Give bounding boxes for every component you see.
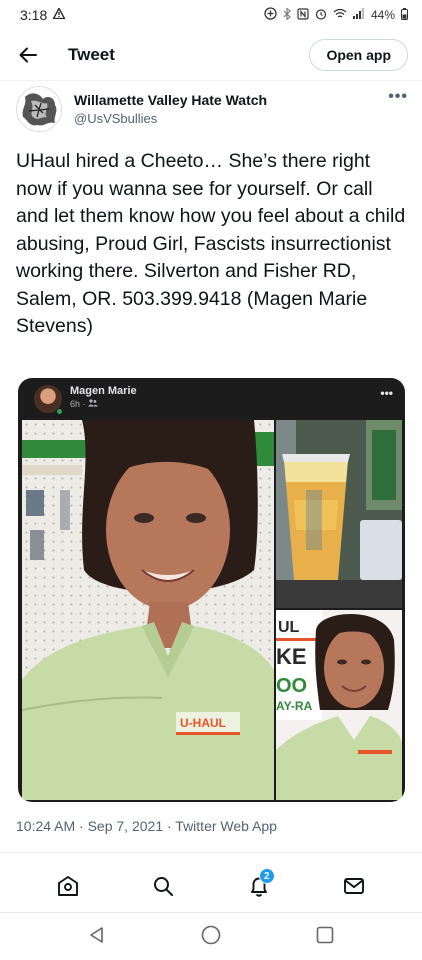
- messages-icon[interactable]: [334, 866, 374, 906]
- embedded-name: Magen Marie: [70, 385, 137, 397]
- recents-square-icon[interactable]: [315, 925, 335, 950]
- signal-icon: [352, 8, 365, 22]
- photo-main: U-HAUL: [22, 420, 274, 800]
- tab-bar: 2: [0, 862, 422, 910]
- online-dot-icon: [56, 408, 63, 415]
- back-triangle-icon[interactable]: [87, 925, 107, 950]
- top-bar: Tweet Open app: [0, 34, 422, 76]
- bluetooth-icon: [283, 6, 291, 23]
- search-icon[interactable]: [143, 866, 183, 906]
- alarm-icon: [315, 8, 327, 23]
- embedded-more-icon: •••: [380, 386, 393, 400]
- photo-drink: [276, 420, 402, 608]
- home-circle-icon[interactable]: [200, 924, 222, 951]
- battery-icon: [401, 7, 408, 23]
- author-handle[interactable]: @UsVSbullies: [74, 111, 157, 126]
- add-circle-icon: [264, 7, 277, 23]
- notifications-icon[interactable]: 2: [239, 866, 279, 906]
- tweet-text: UHaul hired a Cheeto… She’s there right …: [16, 150, 406, 337]
- divider: [0, 852, 422, 853]
- sign-line-1: UL: [278, 619, 300, 636]
- author-avatar[interactable]: [16, 86, 62, 132]
- tweet-author: Willamette Valley Hate Watch @UsVSbullie…: [16, 86, 408, 136]
- home-icon[interactable]: [48, 866, 88, 906]
- status-time: 3:18: [20, 7, 48, 23]
- open-app-button[interactable]: Open app: [309, 39, 408, 71]
- status-icons: 44%: [264, 6, 408, 23]
- embedded-time-text: 6h: [70, 399, 81, 409]
- battery-percent: 44%: [370, 8, 395, 22]
- notification-badge: 2: [258, 868, 275, 884]
- alert-icon: [52, 7, 66, 22]
- sign-line-3: OO: [276, 675, 307, 697]
- photo-selfie-2: UL KE OO AY-RA: [276, 610, 402, 800]
- nfc-icon: [297, 7, 309, 23]
- system-navigation: [0, 914, 422, 960]
- sign-line-4: AY-RA: [276, 699, 313, 713]
- status-bar: 3:18 44%: [0, 0, 422, 30]
- embedded-post-header: Magen Marie 6h · •••: [18, 378, 405, 418]
- embedded-time: 6h ·: [70, 399, 99, 409]
- friends-icon: [88, 399, 99, 407]
- tweet-timestamp: 10:24 AM · Sep 7, 2021 · Twitter Web App: [16, 818, 277, 834]
- uhaul-logo-main: U-HAUL: [180, 716, 226, 730]
- back-arrow-icon[interactable]: [16, 43, 40, 67]
- wifi-icon: [333, 8, 347, 22]
- divider: [0, 80, 422, 81]
- more-icon[interactable]: •••: [388, 88, 408, 106]
- author-name[interactable]: Willamette Valley Hate Watch: [74, 92, 267, 108]
- tweet-media[interactable]: Magen Marie 6h · ••• U-HAUL UL KE OO AY-…: [18, 378, 405, 802]
- sign-line-2: KE: [276, 644, 307, 669]
- page-title: Tweet: [68, 45, 115, 64]
- divider: [0, 912, 422, 913]
